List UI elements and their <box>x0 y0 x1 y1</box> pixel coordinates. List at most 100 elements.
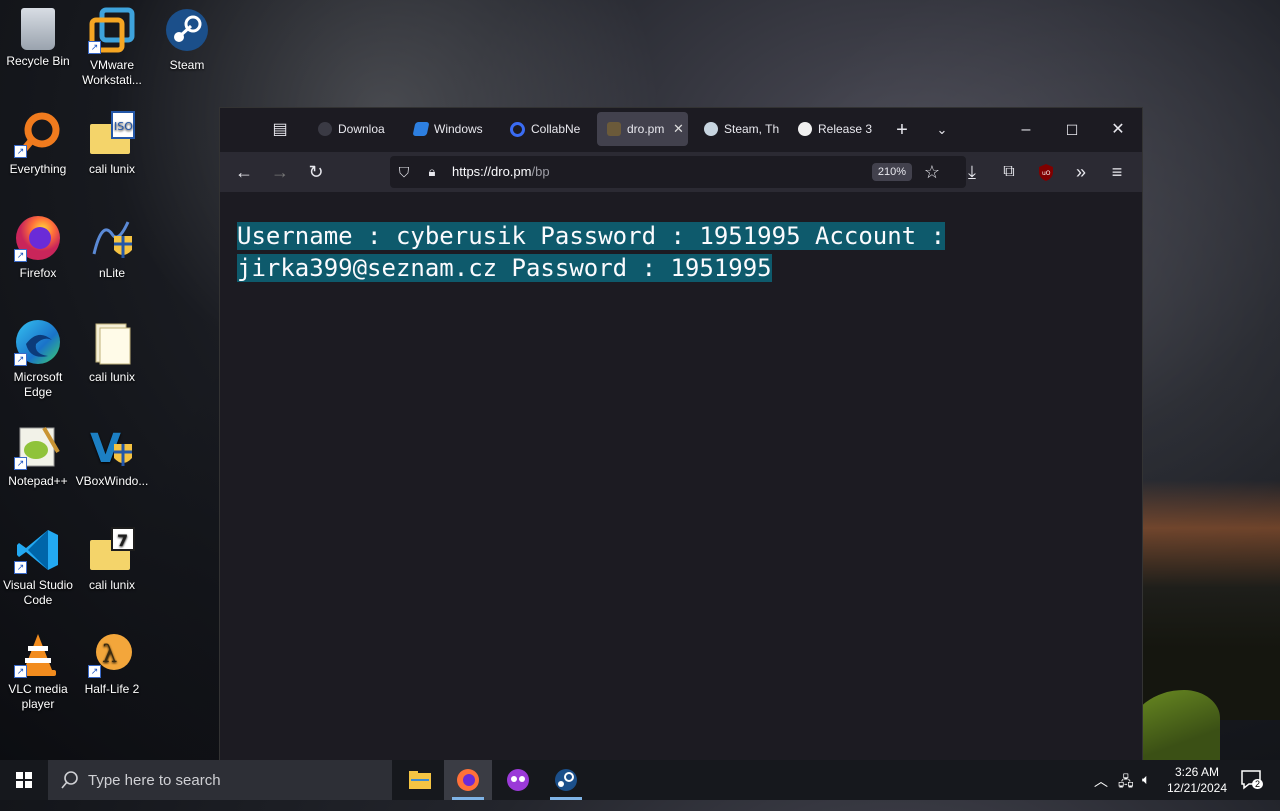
desktop-icon-label: Everything <box>9 162 67 176</box>
windows-icon <box>412 122 430 136</box>
desktop-icon-label: VBoxWindo... <box>75 474 149 488</box>
edge-icon: ↗ <box>14 318 62 366</box>
notepadpp-icon: ↗ <box>14 422 62 470</box>
more-tools-icon[interactable]: » <box>1069 160 1093 184</box>
new-tab-button[interactable]: + <box>890 118 914 142</box>
windows-logo-icon <box>16 772 32 788</box>
browser-window: ▤ Downloa Windows CollabNe dro.pm ✕ Stea… <box>220 108 1142 760</box>
download-icon <box>318 122 332 136</box>
taskbar-search-input[interactable]: Type here to search <box>48 760 392 800</box>
menu-icon[interactable]: ≡ <box>1105 160 1129 184</box>
desktop-icon-recycle-bin[interactable]: Recycle Bin <box>0 0 76 69</box>
close-window-button[interactable]: ✕ <box>1106 118 1130 142</box>
forward-button[interactable]: → <box>268 160 292 184</box>
desktop-icon-label: Visual Studio Code <box>3 578 73 607</box>
tab-bar: ▤ Downloa Windows CollabNe dro.pm ✕ Stea… <box>220 108 1142 152</box>
search-icon <box>61 771 78 789</box>
vmware-icon: ↗ <box>88 6 136 54</box>
tray-overflow-chevron-icon[interactable]: ︿ <box>1094 771 1108 811</box>
nlite-icon <box>88 214 136 262</box>
desktop-icon-firefox[interactable]: ↗ Firefox <box>0 208 76 281</box>
back-button[interactable]: ← <box>232 160 256 184</box>
volume-muted-icon[interactable]: 🔈︎ <box>1142 771 1150 811</box>
recycle-bin-icon <box>21 8 55 50</box>
tab-windows[interactable]: Windows <box>404 112 488 146</box>
bookmark-star-icon[interactable]: ☆ <box>920 160 944 184</box>
mask-app-icon <box>507 769 529 791</box>
desktop-icon-7z-folder[interactable]: 7 cali lunix <box>74 520 150 593</box>
taskbar-clock[interactable]: 3:26 AM 12/21/2024 <box>1162 764 1232 796</box>
desktop-icon-label: Recycle Bin <box>6 54 70 68</box>
maximize-button[interactable]: ☐ <box>1060 118 1084 142</box>
desktop-icon-halflife[interactable]: λ ↗ Half-Life 2 <box>74 624 150 697</box>
desktop-icon-vlc[interactable]: ↗ VLC media player <box>0 624 76 712</box>
desktop-icon-label: Steam <box>169 58 205 72</box>
taskbar-app-mask[interactable] <box>494 760 542 800</box>
svg-text:7: 7 <box>117 531 128 550</box>
svg-text:uO: uO <box>1042 170 1051 177</box>
taskbar-firefox[interactable] <box>444 760 492 800</box>
desktop-icon-label: nLite <box>98 266 126 280</box>
desktop-icon-steam[interactable]: Steam <box>149 0 225 73</box>
desktop-icon-edge[interactable]: ↗ Microsoft Edge <box>0 312 76 400</box>
minimize-button[interactable]: – <box>1014 118 1038 142</box>
clock-time: 3:26 AM <box>1174 765 1220 779</box>
ublock-icon[interactable]: uO <box>1034 160 1058 184</box>
tab-dropm[interactable]: dro.pm ✕ <box>597 112 688 146</box>
vscode-icon: ↗ <box>14 526 62 574</box>
wallpaper-horizon <box>1140 480 1280 720</box>
desktop-icon-label: Firefox <box>19 266 57 280</box>
zoom-level-badge[interactable]: 210% <box>872 163 912 181</box>
7z-folder-icon: 7 <box>88 526 136 574</box>
steam-icon <box>704 122 718 136</box>
dropm-icon <box>607 122 621 136</box>
tab-steam[interactable]: Steam, Th <box>694 112 780 146</box>
firefox-icon <box>457 769 479 791</box>
desktop-icon-vscode[interactable]: ↗ Visual Studio Code <box>0 520 76 608</box>
clock-date: 12/21/2024 <box>1166 781 1228 795</box>
everything-search-icon: ↗ <box>14 110 62 158</box>
halflife-icon: λ ↗ <box>88 630 136 678</box>
desktop-icon-label: VLC media player <box>8 682 68 711</box>
svg-text:ISO: ISO <box>114 120 133 133</box>
steam-icon <box>163 6 211 54</box>
desktop-icon-iso-folder[interactable]: ISO cali lunix <box>74 104 150 177</box>
tab-list-icon[interactable]: ▤ <box>268 118 292 142</box>
notification-count-badge: 2 <box>1252 779 1264 789</box>
desktop-icon-vmware[interactable]: ↗ VMware Workstati... <box>74 0 150 88</box>
extensions-icon[interactable]: ⧉ <box>997 160 1021 184</box>
vbox-icon: V <box>88 422 136 472</box>
downloads-icon[interactable]: ⤓ <box>960 160 984 184</box>
search-icon <box>510 121 525 137</box>
tab-downloads[interactable]: Downloa <box>308 112 388 146</box>
taskbar-steam[interactable] <box>542 760 590 800</box>
desktop-icon-label: VMware Workstati... <box>82 58 142 87</box>
tab-collabnet[interactable]: CollabNe <box>500 112 584 146</box>
desktop-icon-file[interactable]: cali lunix <box>74 312 150 385</box>
taskbar: Type here to search ︿ 🖧︎ 🔈︎ 3:26 AM 12/2… <box>0 760 1280 800</box>
file-icon <box>88 318 136 366</box>
desktop-icon-notepadpp[interactable]: ↗ Notepad++ <box>0 416 76 489</box>
lock-icon[interactable]: 🔒︎ <box>420 160 444 184</box>
github-icon <box>798 122 812 136</box>
url-text[interactable]: https://dro.pm/bp <box>452 164 550 179</box>
start-button[interactable] <box>0 760 48 800</box>
desktop-icon-nlite[interactable]: nLite <box>74 208 150 281</box>
credentials-text: Username : cyberusik Password : 1951995 … <box>237 222 946 282</box>
desktop-icon-vbox[interactable]: V VBoxWindo... <box>74 416 150 489</box>
url-bar[interactable]: ⛉ 🔒︎ https://dro.pm/bp 210% ☆ <box>390 156 966 188</box>
reload-button[interactable]: ↻ <box>304 160 328 184</box>
taskbar-file-explorer[interactable] <box>396 760 444 800</box>
network-icon[interactable]: 🖧︎ <box>1118 771 1134 811</box>
tab-github-release[interactable]: Release 3 <box>788 112 872 146</box>
tab-overflow-chevron-icon[interactable]: ⌄ <box>930 118 954 142</box>
notification-center-button[interactable]: 2 <box>1240 769 1264 791</box>
desktop-icon-label: cali lunix <box>88 162 136 176</box>
shield-icon[interactable]: ⛉ <box>392 160 416 184</box>
steam-icon <box>555 769 577 791</box>
desktop-icon-everything[interactable]: ↗ Everything <box>0 104 76 177</box>
desktop-icon-label: cali lunix <box>88 370 136 384</box>
desktop-icon-label: Half-Life 2 <box>84 682 140 696</box>
close-tab-icon[interactable]: ✕ <box>673 121 684 137</box>
desktop-icon-label: Notepad++ <box>8 474 68 488</box>
